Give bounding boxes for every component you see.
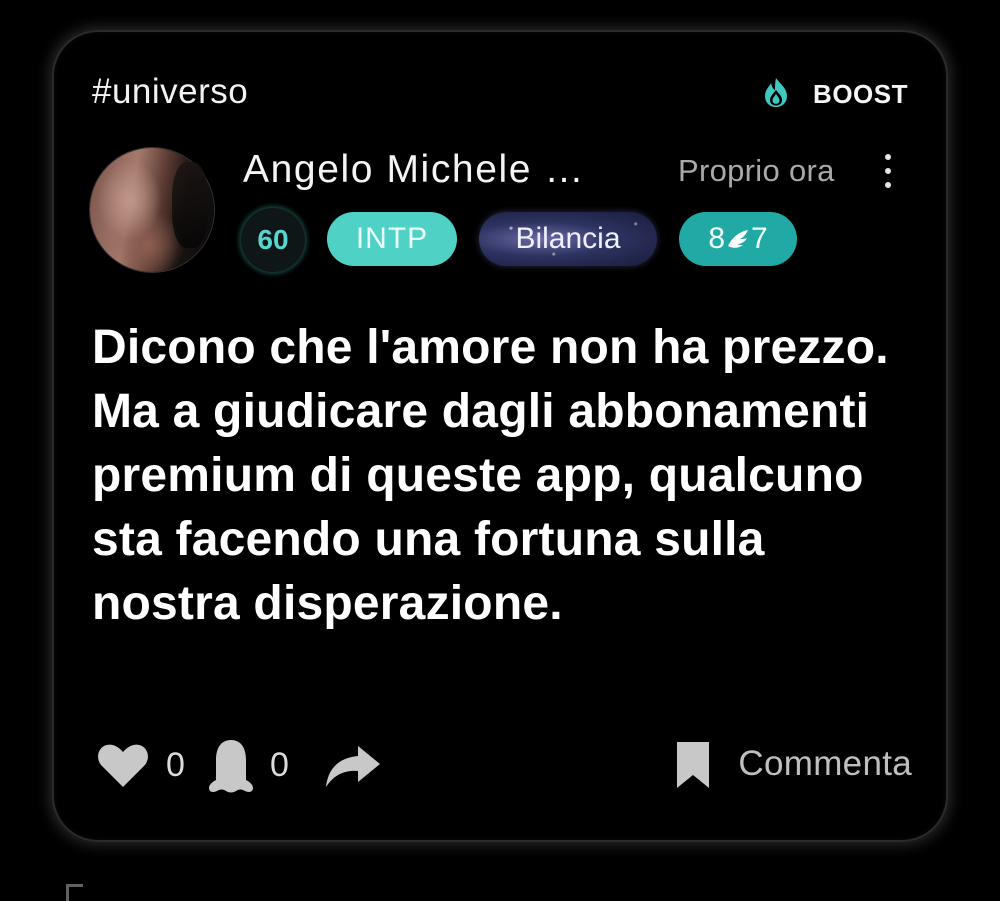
wing-icon <box>726 228 750 250</box>
post-timestamp: Proprio ora <box>678 153 835 188</box>
like-count: 0 <box>166 746 185 784</box>
next-post-edge <box>66 884 83 901</box>
heart-icon <box>96 742 150 795</box>
zodiac-badge[interactable]: Bilancia <box>479 212 657 266</box>
bookmark-icon <box>674 740 712 795</box>
ghost-count: 0 <box>270 746 289 784</box>
post-card[interactable]: #universo BOOST Angelo Michele … Proprio… <box>52 30 948 842</box>
bookmark-button[interactable] <box>674 740 712 795</box>
boost-button[interactable]: BOOST <box>761 76 908 113</box>
enneagram-wing: 7 <box>751 222 768 255</box>
share-icon <box>324 742 382 795</box>
post-actions-bar: 0 0 Commenta <box>92 734 912 804</box>
share-button[interactable] <box>324 742 382 795</box>
author-name[interactable]: Angelo Michele … <box>243 148 585 192</box>
enneagram-core: 8 <box>708 222 725 255</box>
boost-flame-icon <box>761 76 791 113</box>
like-button[interactable] <box>96 742 150 795</box>
enneagram-badge[interactable]: 8 7 <box>679 212 797 266</box>
comment-button[interactable]: Commenta <box>738 744 912 784</box>
author-avatar[interactable] <box>90 148 214 272</box>
post-hashtag[interactable]: #universo <box>92 72 248 112</box>
post-body-text: Dicono che l'amore non ha prezzo. Ma a g… <box>92 321 889 630</box>
boost-label: BOOST <box>813 79 908 109</box>
ghost-button[interactable] <box>207 738 255 799</box>
ghost-icon <box>207 738 255 799</box>
level-badge[interactable]: 60 <box>241 208 305 272</box>
more-options-icon[interactable] <box>880 154 896 188</box>
personality-type-badge[interactable]: INTP <box>327 212 457 266</box>
